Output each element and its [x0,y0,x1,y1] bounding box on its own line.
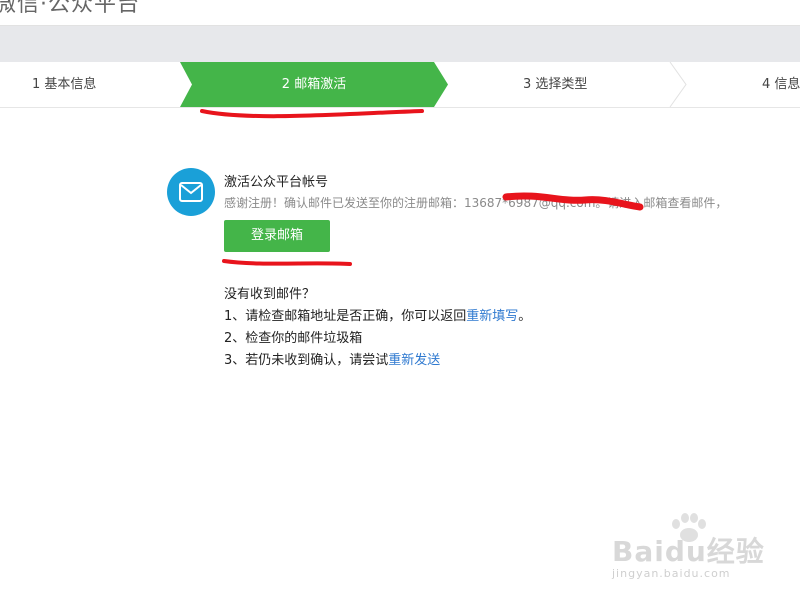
step-separator-icon [669,62,687,107]
mail-badge [167,168,215,216]
header-band [0,26,800,62]
watermark-logo: Baidu经验 [612,535,765,568]
step-choose-type: 3 选择类型 [523,77,588,92]
step-info: 4 信息 [762,77,800,92]
step-basic-info: 1 基本信息 [32,77,97,92]
help-line-1: 1、请检查邮箱地址是否正确，你可以返回重新填写。 [224,305,531,324]
help-line-3-text: 3、若仍未收到确认，请尝试 [224,353,389,368]
registration-steps: 1 基本信息 2 邮箱激活 3 选择类型 4 信息 [0,62,800,108]
login-mailbox-button[interactable]: 登录邮箱 [224,220,330,252]
help-line-1-end: 。 [518,309,532,324]
underline-login-button [222,259,352,266]
help-line-3: 3、若仍未收到确认，请尝试重新发送 [224,349,440,368]
resend-email-link[interactable]: 重新发送 [388,353,440,368]
baidu-watermark: Baidu经验 jingyan.baidu.com [612,512,792,592]
help-line-1-text: 1、请检查邮箱地址是否正确，你可以返回 [224,309,467,324]
envelope-icon [179,182,203,202]
platform-title: 微信·公众平台 [0,0,140,17]
activation-description: 感谢注册！确认邮件已发送至你的注册邮箱：13687*6987@qq.com。请进… [224,196,728,210]
help-line-2: 2、检查你的邮件垃圾箱 [224,331,363,346]
step-email-activation: 2 邮箱激活 [180,62,448,107]
refill-email-link[interactable]: 重新填写 [466,309,518,324]
activation-heading: 激活公众平台帐号 [224,175,329,190]
step-email-activation-label: 2 邮箱激活 [281,77,347,92]
watermark-url: jingyan.baidu.com [612,567,731,580]
help-title: 没有收到邮件？ [224,287,316,302]
underline-active-step [200,109,424,119]
top-bar: 微信·公众平台 [0,0,800,26]
